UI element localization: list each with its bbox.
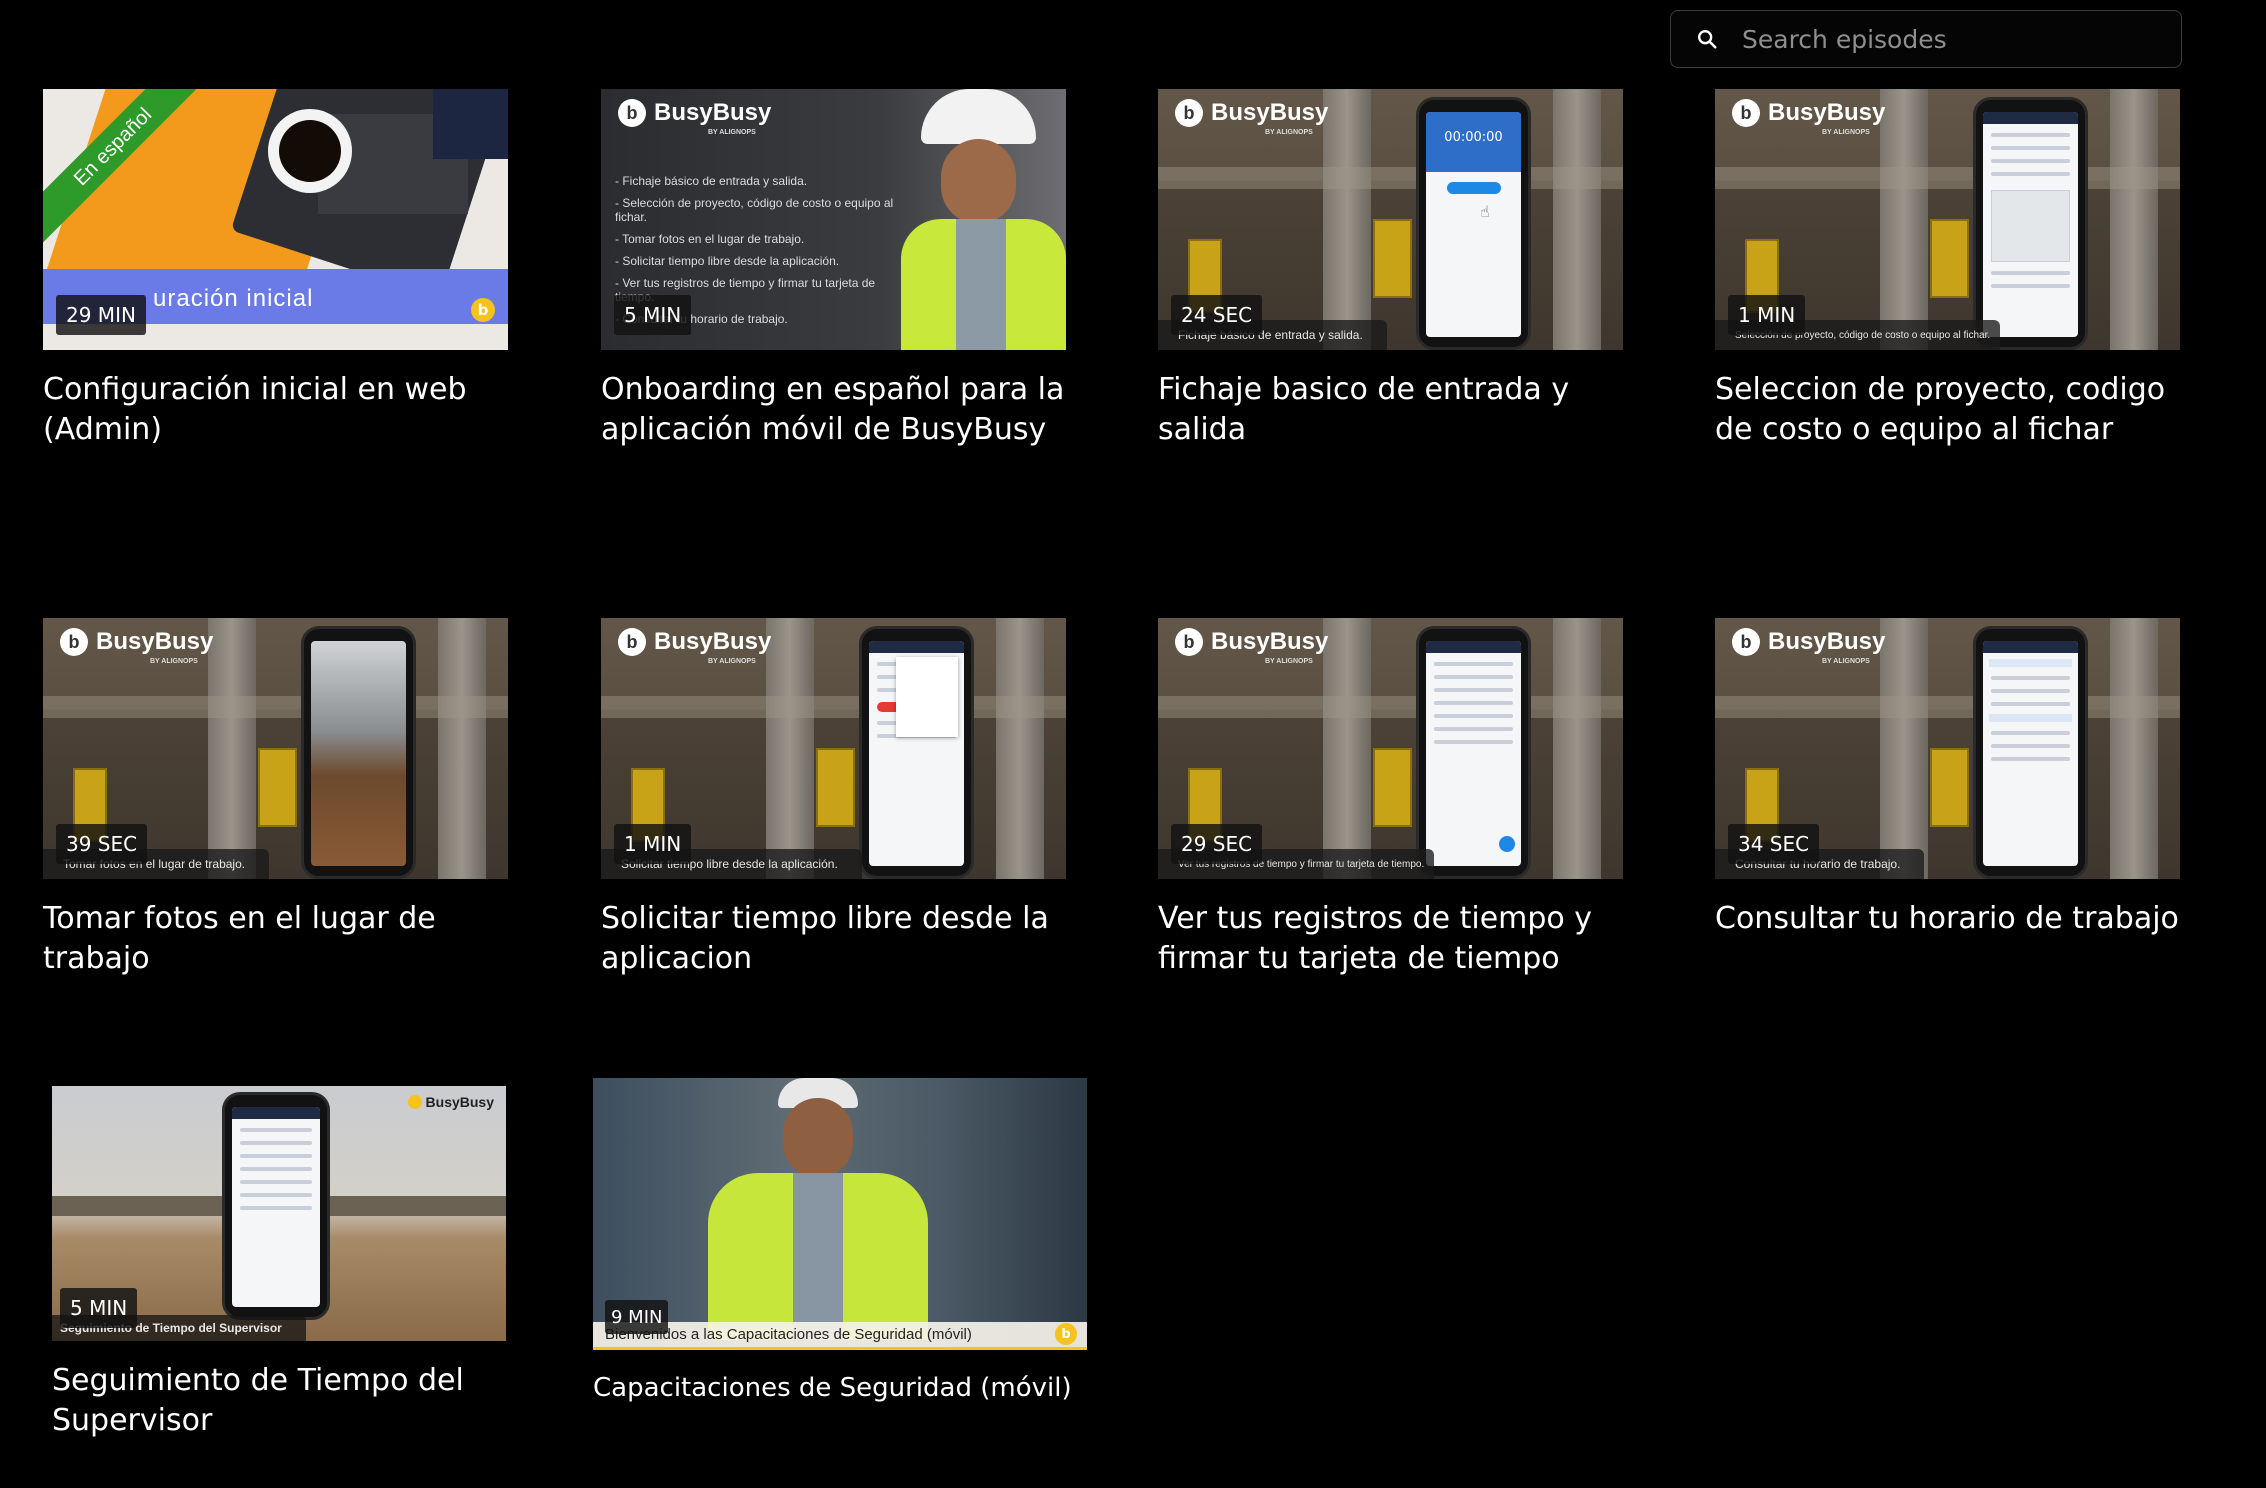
- bullet-item: - Fichaje básico de entrada y salida.: [615, 174, 808, 188]
- worker-photo: [708, 1078, 928, 1340]
- phone-clock: 00:00:00: [1426, 112, 1521, 172]
- brand-sub: BY ALIGNOPS: [1822, 129, 1870, 136]
- episode-thumbnail[interactable]: b BusyBusy BY ALIGNOPS Consultar tu horari…: [1715, 618, 2180, 879]
- episode-card[interactable]: b BusyBusy BY ALIGNOPS Selección de proyec…: [1715, 89, 2180, 450]
- duration-badge: 39 SEC: [56, 824, 148, 864]
- episode-title[interactable]: Consultar tu horario de trabajo: [1715, 899, 2195, 939]
- duration-badge: 5 MIN: [614, 295, 692, 335]
- busybusy-logo-icon: [407, 1095, 422, 1109]
- busybusy-logo-icon: b: [1732, 99, 1760, 127]
- episode-card[interactable]: b BusyBusy BY ALIGNOPS Tomar fotos en el l…: [43, 618, 508, 979]
- phone-mockup: [1973, 626, 2088, 879]
- episode-thumbnail[interactable]: BusyBusy Seguimiento de Tiempo del Super…: [52, 1086, 506, 1341]
- busybusy-logo-icon: b: [1055, 1323, 1077, 1345]
- phone-mockup: [301, 626, 416, 879]
- episode-title[interactable]: Seleccion de proyecto, codigo de costo o…: [1715, 370, 2195, 450]
- busybusy-logo-icon: b: [618, 628, 646, 656]
- phone-mockup: [1416, 626, 1531, 879]
- phone-mockup: 00:00:00 ☝: [1416, 97, 1531, 350]
- search-icon: [1698, 30, 1717, 49]
- busybusy-logo-icon: b: [60, 628, 88, 656]
- phone-mockup: [1973, 97, 2088, 350]
- episode-card[interactable]: b BusyBusy BY ALIGNOPS - Fichaje básico de…: [601, 89, 1066, 450]
- brand-name: BusyBusy: [96, 628, 214, 655]
- episode-thumbnail[interactable]: b BusyBusy BY ALIGNOPS 00:00:00 ☝ Fichaje …: [1158, 89, 1623, 350]
- episode-thumbnail[interactable]: b BusyBusy BY ALIGNOPS Selección de proyec…: [1715, 89, 2180, 350]
- phone-mockup: [222, 1092, 330, 1320]
- episode-thumbnail[interactable]: b BusyBusy BY ALIGNOPS Ver tus registros d…: [1158, 618, 1623, 879]
- busybusy-logo-icon: b: [1175, 628, 1203, 656]
- thumbnail-banner-text: uración inicial: [153, 285, 314, 312]
- pointer-hand-icon: ☝: [1480, 202, 1490, 221]
- brand-sub: BY ALIGNOPS: [708, 658, 756, 665]
- episode-card[interactable]: b BusyBusy BY ALIGNOPS Ver tus registros d…: [1158, 618, 1623, 979]
- duration-badge: 29 SEC: [1171, 824, 1263, 864]
- duration-badge: 9 MIN: [605, 1300, 669, 1334]
- episode-title[interactable]: Seguimiento de Tiempo del Supervisor: [52, 1361, 532, 1441]
- brand-name: BusyBusy: [1768, 99, 1886, 126]
- episode-card[interactable]: b BusyBusy BY ALIGNOPS Consultar tu horari…: [1715, 618, 2180, 939]
- bullet-item: - Solicitar tiempo libre desde la aplica…: [615, 254, 840, 268]
- episode-title[interactable]: Capacitaciones de Seguridad (móvil): [593, 1368, 1073, 1408]
- brand-name: BusyBusy: [654, 628, 772, 655]
- duration-badge: 34 SEC: [1728, 824, 1820, 864]
- brand-name: BusyBusy: [1211, 99, 1329, 126]
- duration-badge: 29 MIN: [56, 295, 146, 335]
- episode-thumbnail[interactable]: b BusyBusy BY ALIGNOPS Tomar fotos en el l…: [43, 618, 508, 879]
- episode-card[interactable]: b BusyBusy BY ALIGNOPS 00:00:00 ☝ Fichaje …: [1158, 89, 1623, 450]
- brand-sub: BY ALIGNOPS: [708, 129, 756, 136]
- busybusy-logo-icon: b: [618, 99, 646, 127]
- episode-title[interactable]: Configuración inicial en web (Admin): [43, 370, 523, 450]
- bullet-item: - Tomar fotos en el lugar de trabajo.: [615, 232, 805, 246]
- episode-title[interactable]: Solicitar tiempo libre desde la aplicaci…: [601, 899, 1081, 979]
- episode-title[interactable]: Onboarding en español para la aplicación…: [601, 370, 1081, 450]
- brand-sub: BY ALIGNOPS: [1265, 658, 1313, 665]
- phone-mockup: [859, 626, 974, 879]
- worker-photo: [901, 89, 1066, 350]
- duration-badge: 24 SEC: [1171, 295, 1263, 335]
- episode-thumbnail[interactable]: Bienvenidos a las Capacitaciones de Segu…: [593, 1078, 1087, 1350]
- brand-name: BusyBusy: [425, 1094, 494, 1110]
- brand-name: BusyBusy: [1211, 628, 1329, 655]
- bullet-item: - Selección de proyecto, código de costo…: [615, 196, 894, 224]
- brand-sub: BY ALIGNOPS: [1822, 658, 1870, 665]
- episode-card[interactable]: Bienvenidos a las Capacitaciones de Segu…: [593, 1078, 1087, 1408]
- search-bar[interactable]: [1670, 10, 2182, 68]
- duration-badge: 1 MIN: [614, 824, 692, 864]
- busybusy-logo-icon: b: [471, 298, 495, 322]
- episode-card[interactable]: b BusyBusy BY ALIGNOPS Solicitar tiempo li…: [601, 618, 1066, 979]
- episode-title[interactable]: Ver tus registros de tiempo y firmar tu …: [1158, 899, 1638, 979]
- episode-thumbnail[interactable]: b BusyBusy BY ALIGNOPS Solicitar tiempo li…: [601, 618, 1066, 879]
- brand-name: BusyBusy: [1768, 628, 1886, 655]
- episode-thumbnail[interactable]: b BusyBusy BY ALIGNOPS - Fichaje básico de…: [601, 89, 1066, 350]
- episode-thumbnail[interactable]: En español uración inicial b 29 MIN: [43, 89, 508, 350]
- busybusy-logo-icon: b: [1732, 628, 1760, 656]
- brand-sub: BY ALIGNOPS: [150, 658, 198, 665]
- search-input[interactable]: [1740, 23, 2181, 55]
- episode-card[interactable]: En español uración inicial b 29 MIN Conf…: [43, 89, 508, 450]
- episode-title[interactable]: Fichaje basico de entrada y salida: [1158, 370, 1638, 450]
- duration-badge: 1 MIN: [1728, 295, 1806, 335]
- episode-card[interactable]: BusyBusy Seguimiento de Tiempo del Super…: [52, 1086, 507, 1441]
- brand-name: BusyBusy: [654, 99, 772, 126]
- duration-badge: 5 MIN: [60, 1288, 138, 1328]
- busybusy-logo-icon: b: [1175, 99, 1203, 127]
- brand-sub: BY ALIGNOPS: [1265, 129, 1313, 136]
- episode-title[interactable]: Tomar fotos en el lugar de trabajo: [43, 899, 523, 979]
